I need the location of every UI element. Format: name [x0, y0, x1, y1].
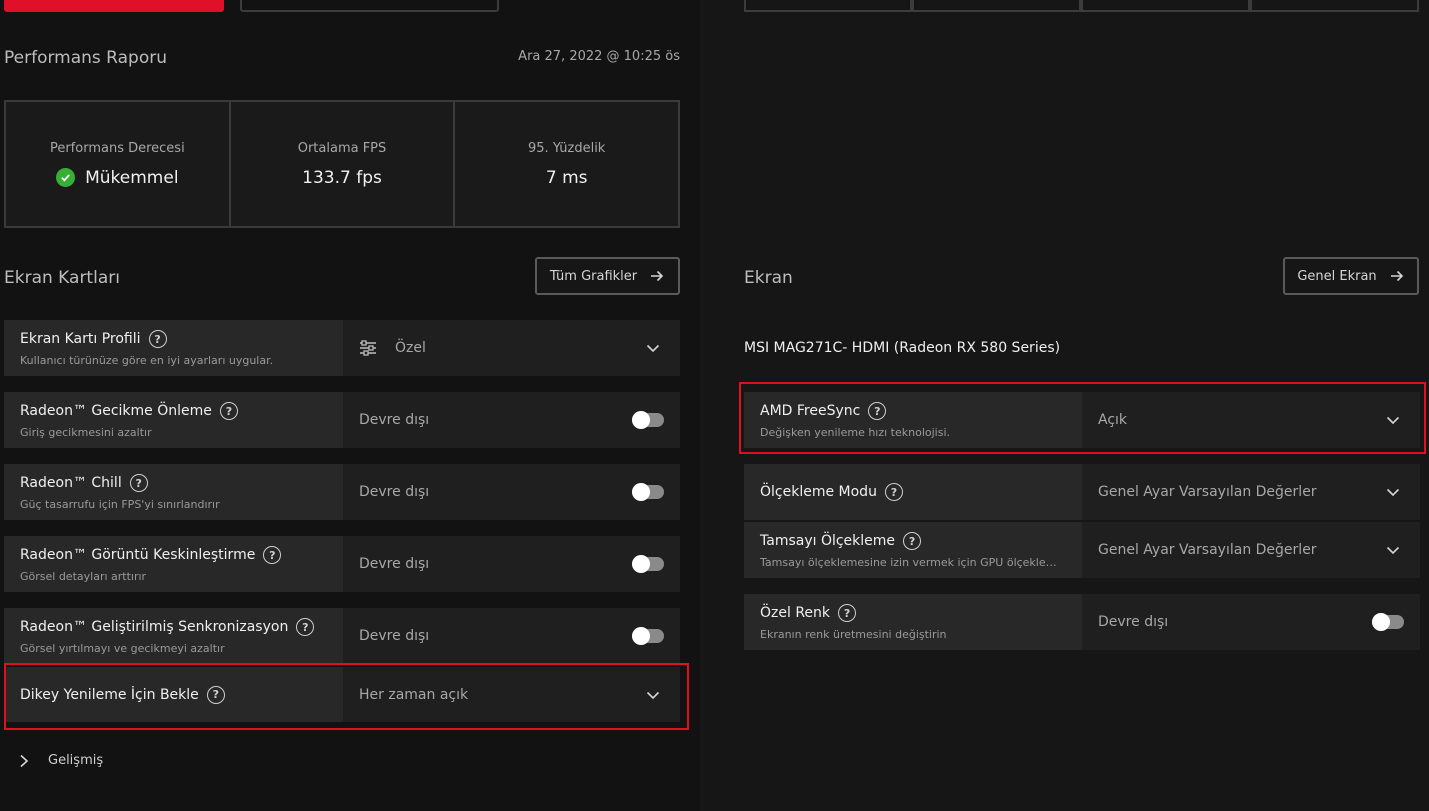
chevron-right-icon: [20, 754, 29, 767]
setting-value: Devre dışı: [359, 556, 430, 572]
check-circle-icon: [56, 168, 76, 187]
setting-chill[interactable]: Radeon™ Chill? Güç tasarrufu için FPS'yi…: [4, 464, 680, 520]
setting-integer-scaling[interactable]: Tamsayı Ölçekleme? Tamsayı ölçeklemesine…: [744, 522, 1420, 578]
advanced-expander[interactable]: Gelişmiş: [18, 753, 103, 768]
help-icon[interactable]: ?: [903, 532, 922, 550]
sliders-icon: [360, 340, 376, 356]
general-display-button[interactable]: Genel Ekran: [1283, 257, 1419, 295]
setting-scaling-mode[interactable]: Ölçekleme Modu? Genel Ayar Varsayılan De…: [744, 464, 1420, 520]
metric-performance-rating: Performans Derecesi Mükemmel: [6, 102, 231, 226]
general-display-label: Genel Ekran: [1297, 268, 1377, 284]
setting-gpu-profile[interactable]: Ekran Kartı Profili? Kullanıcı türünüze …: [4, 320, 680, 376]
help-icon[interactable]: ?: [148, 330, 167, 348]
metric-value: 7 ms: [545, 167, 588, 188]
metric-label: Performans Derecesi: [49, 140, 185, 156]
highlight-box-vsync: [4, 663, 689, 730]
all-graphics-button[interactable]: Tüm Grafikler: [535, 257, 680, 295]
top-segment-2[interactable]: [912, 0, 1081, 12]
setting-value: Devre dışı: [359, 628, 430, 644]
setting-title: Tamsayı Ölçekleme: [760, 533, 896, 549]
setting-anti-lag[interactable]: Radeon™ Gecikme Önleme? Giriş gecikmesin…: [4, 392, 680, 448]
chill-toggle[interactable]: [632, 483, 664, 501]
highlight-box-freesync: [739, 382, 1426, 454]
setting-subtitle: Güç tasarrufu için FPS'yi sınırlandırır: [20, 498, 220, 510]
metric-value: Mükemmel: [85, 167, 179, 188]
metric-label: Ortalama FPS: [297, 140, 387, 156]
setting-custom-color[interactable]: Özel Renk? Ekranın renk üretmesini değiş…: [744, 594, 1420, 650]
active-tab-indicator[interactable]: [4, 0, 224, 12]
help-icon[interactable]: ?: [296, 618, 315, 636]
report-timestamp: Ara 27, 2022 @ 10:25 ös: [518, 49, 680, 64]
top-segment-4[interactable]: [1250, 0, 1419, 12]
top-segment-3[interactable]: [1081, 0, 1250, 12]
arrow-right-icon: [1390, 270, 1403, 282]
advanced-label: Gelişmiş: [48, 753, 104, 768]
metric-label: 95. Yüzdelik: [528, 140, 606, 156]
setting-value: Genel Ayar Varsayılan Değerler: [1098, 542, 1317, 558]
setting-image-sharpening[interactable]: Radeon™ Görüntü Keskinleştirme? Görsel d…: [4, 536, 680, 592]
image-sharpening-toggle[interactable]: [632, 555, 664, 573]
monitor-name: MSI MAG271C- HDMI (Radeon RX 580 Series): [744, 340, 1061, 356]
secondary-tab[interactable]: [240, 0, 499, 12]
chevron-down-icon: [1386, 546, 1400, 555]
setting-title: Radeon™ Görüntü Keskinleştirme: [20, 547, 256, 563]
performance-metrics-panel: Performans Derecesi Mükemmel Ortalama FP…: [4, 100, 680, 228]
gpu-section-title: Ekran Kartları: [4, 268, 120, 288]
setting-title: Radeon™ Gecikme Önleme: [20, 403, 212, 419]
report-title: Performans Raporu: [4, 48, 167, 68]
setting-subtitle: Ekranın renk üretmesini değiştirin: [760, 628, 947, 640]
metric-value: 133.7 fps: [302, 167, 382, 188]
setting-value: Devre dışı: [1098, 614, 1169, 630]
scaling-mode-dropdown[interactable]: Genel Ayar Varsayılan Değerler: [1082, 464, 1420, 520]
help-icon[interactable]: ?: [129, 474, 148, 492]
enhanced-sync-toggle[interactable]: [632, 627, 664, 645]
setting-value: Devre dışı: [359, 412, 430, 428]
chevron-down-icon: [646, 344, 660, 353]
help-icon[interactable]: ?: [219, 402, 238, 420]
setting-subtitle: Giriş gecikmesini azaltır: [20, 426, 152, 438]
setting-title: Özel Renk: [760, 605, 831, 621]
top-segment-1[interactable]: [744, 0, 912, 12]
help-icon[interactable]: ?: [838, 604, 857, 622]
setting-subtitle: Görsel yırtılmayı ve gecikmeyi azaltır: [20, 642, 225, 654]
help-icon[interactable]: ?: [263, 546, 282, 564]
setting-value: Devre dışı: [359, 484, 430, 500]
chevron-down-icon: [1386, 488, 1400, 497]
metric-95th-percentile: 95. Yüzdelik 7 ms: [455, 102, 678, 226]
setting-title: Ekran Kartı Profili: [20, 331, 141, 347]
setting-value: Genel Ayar Varsayılan Değerler: [1098, 484, 1317, 500]
all-graphics-label: Tüm Grafikler: [549, 268, 638, 284]
setting-subtitle: Görsel detayları arttırır: [20, 570, 147, 582]
integer-scaling-dropdown[interactable]: Genel Ayar Varsayılan Değerler: [1082, 522, 1420, 578]
anti-lag-toggle[interactable]: [632, 411, 664, 429]
profile-dropdown[interactable]: Özel: [343, 320, 680, 376]
display-section-title: Ekran: [744, 268, 793, 288]
metric-average-fps: Ortalama FPS 133.7 fps: [231, 102, 456, 226]
setting-value: Özel: [395, 340, 426, 356]
setting-title: Radeon™ Chill: [20, 475, 122, 491]
help-icon[interactable]: ?: [884, 483, 903, 501]
arrow-right-icon: [651, 270, 664, 282]
setting-subtitle: Tamsayı ölçeklemesine izin vermek için G…: [760, 556, 1066, 568]
setting-title: Radeon™ Geliştirilmiş Senkronizasyon: [20, 619, 289, 635]
setting-title: Ölçekleme Modu: [760, 484, 877, 500]
setting-subtitle: Kullanıcı türünüze göre en iyi ayarları …: [20, 354, 274, 366]
setting-enhanced-sync[interactable]: Radeon™ Geliştirilmiş Senkronizasyon? Gö…: [4, 608, 680, 664]
custom-color-toggle[interactable]: [1372, 613, 1404, 631]
